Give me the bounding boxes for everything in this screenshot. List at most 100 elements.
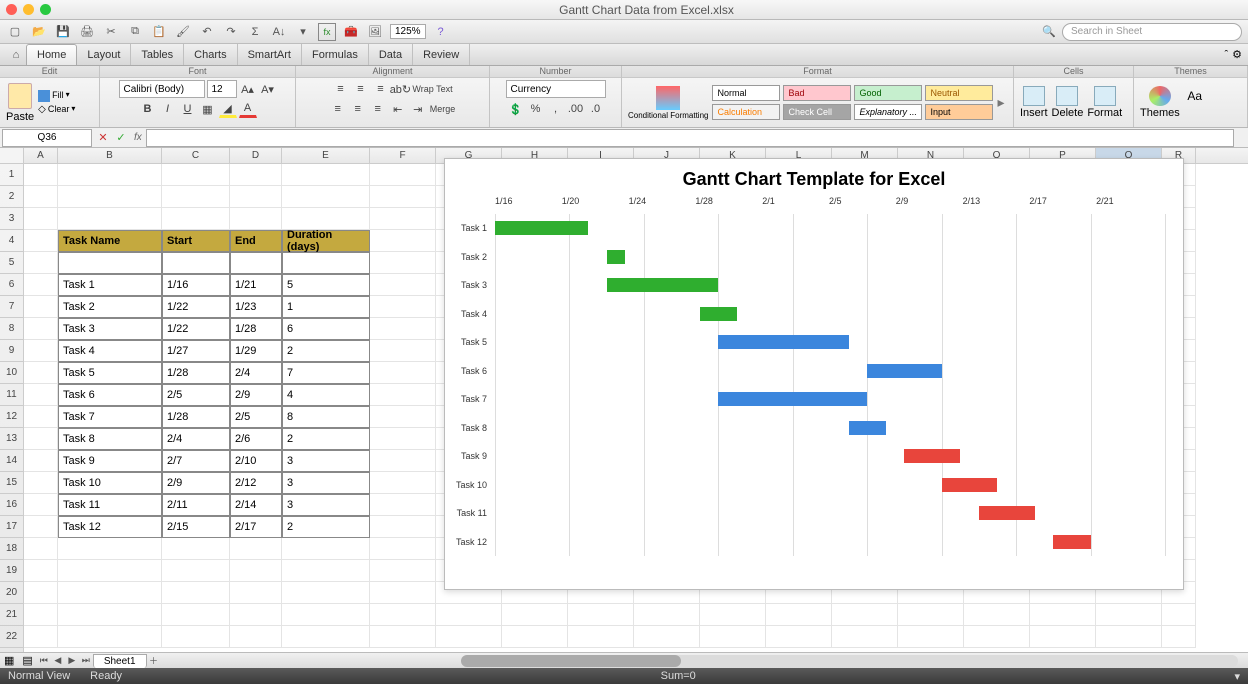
- cell[interactable]: 2/4: [230, 362, 282, 384]
- cell[interactable]: 1: [282, 296, 370, 318]
- cell[interactable]: [898, 626, 964, 648]
- font-size-select[interactable]: 12: [207, 80, 237, 98]
- cell[interactable]: [1096, 626, 1162, 648]
- toolbox-icon[interactable]: 🧰: [342, 23, 360, 41]
- cell[interactable]: [634, 626, 700, 648]
- gantt-bar[interactable]: [495, 221, 588, 235]
- cell[interactable]: [230, 208, 282, 230]
- conditional-formatting-button[interactable]: Conditional Formatting: [628, 86, 708, 120]
- cell[interactable]: [282, 164, 370, 186]
- add-sheet-icon[interactable]: ＋: [147, 654, 161, 667]
- cell[interactable]: [230, 560, 282, 582]
- gantt-bar[interactable]: [849, 421, 886, 435]
- cell[interactable]: Start: [162, 230, 230, 252]
- cell[interactable]: [370, 274, 436, 296]
- new-doc-icon[interactable]: ▢: [6, 23, 24, 41]
- cell[interactable]: [1030, 604, 1096, 626]
- cell[interactable]: [370, 538, 436, 560]
- cell[interactable]: Task 8: [58, 428, 162, 450]
- cell[interactable]: [568, 626, 634, 648]
- cell[interactable]: [1162, 626, 1196, 648]
- cell[interactable]: 2/9: [230, 384, 282, 406]
- gantt-bar[interactable]: [607, 278, 719, 292]
- cell[interactable]: [230, 252, 282, 274]
- cell[interactable]: Task 7: [58, 406, 162, 428]
- cell[interactable]: [24, 494, 58, 516]
- cell[interactable]: 2: [282, 428, 370, 450]
- tab-nav-first-icon[interactable]: ⏮: [37, 655, 51, 666]
- cell[interactable]: 1/22: [162, 296, 230, 318]
- tab-home[interactable]: Home: [26, 44, 77, 65]
- align-bot-icon[interactable]: ≡: [371, 80, 389, 98]
- fx-label[interactable]: fx: [130, 132, 146, 143]
- cell[interactable]: [24, 604, 58, 626]
- copy-icon[interactable]: ⧉: [126, 23, 144, 41]
- format-painter-icon[interactable]: 🖌: [174, 23, 192, 41]
- gantt-bar[interactable]: [718, 335, 848, 349]
- minimize-window-icon[interactable]: [23, 4, 34, 15]
- cell[interactable]: [370, 340, 436, 362]
- grow-font-icon[interactable]: A▴: [239, 80, 257, 98]
- cell[interactable]: [370, 296, 436, 318]
- cell[interactable]: [700, 604, 766, 626]
- cell[interactable]: End: [230, 230, 282, 252]
- cell[interactable]: [162, 164, 230, 186]
- search-icon[interactable]: 🔍: [1040, 23, 1058, 41]
- cell[interactable]: [58, 538, 162, 560]
- view-normal-icon[interactable]: ▦: [0, 654, 18, 667]
- style-input[interactable]: Input: [925, 104, 993, 120]
- cell[interactable]: [58, 164, 162, 186]
- cell[interactable]: 2/9: [162, 472, 230, 494]
- cell[interactable]: [370, 406, 436, 428]
- col-header[interactable]: C: [162, 148, 230, 163]
- cell[interactable]: [24, 472, 58, 494]
- number-format-select[interactable]: Currency: [506, 80, 606, 98]
- cell[interactable]: [568, 604, 634, 626]
- gantt-bar[interactable]: [1053, 535, 1090, 549]
- insert-button[interactable]: Insert: [1020, 86, 1048, 119]
- collapse-ribbon-icon[interactable]: ˆ: [1224, 49, 1228, 61]
- cell[interactable]: [24, 582, 58, 604]
- cell[interactable]: [766, 626, 832, 648]
- redo-icon[interactable]: ↷: [222, 23, 240, 41]
- cell[interactable]: [24, 538, 58, 560]
- align-center-icon[interactable]: ≡: [349, 100, 367, 118]
- cell[interactable]: [898, 604, 964, 626]
- gantt-bar[interactable]: [607, 250, 626, 264]
- themes-button[interactable]: Themes: [1140, 86, 1180, 119]
- style-neutral[interactable]: Neutral: [925, 85, 993, 101]
- cell[interactable]: [162, 252, 230, 274]
- cell[interactable]: [634, 604, 700, 626]
- cell[interactable]: [1162, 604, 1196, 626]
- cell[interactable]: [24, 296, 58, 318]
- zoom-level[interactable]: 125%: [390, 24, 426, 39]
- cell[interactable]: 2/12: [230, 472, 282, 494]
- cell[interactable]: Task 1: [58, 274, 162, 296]
- font-theme-button[interactable]: AaAa: [1184, 86, 1206, 119]
- delete-button[interactable]: Delete: [1052, 86, 1084, 119]
- italic-button[interactable]: I: [159, 100, 177, 118]
- cell[interactable]: [370, 582, 436, 604]
- fill-icon[interactable]: [38, 90, 50, 102]
- cell[interactable]: [58, 208, 162, 230]
- cell[interactable]: [24, 560, 58, 582]
- cell[interactable]: [436, 604, 502, 626]
- cell[interactable]: 2: [282, 516, 370, 538]
- style-normal[interactable]: Normal: [712, 85, 780, 101]
- view-layout-icon[interactable]: ▤: [18, 654, 36, 667]
- wrap-text-button[interactable]: Wrap Text: [411, 80, 453, 98]
- col-header[interactable]: E: [282, 148, 370, 163]
- cell[interactable]: 2/5: [162, 384, 230, 406]
- help-icon[interactable]: ?: [432, 23, 450, 41]
- chevron-down-icon[interactable]: ▾: [66, 90, 70, 102]
- cell[interactable]: [370, 428, 436, 450]
- row-header[interactable]: 10: [0, 362, 23, 384]
- cell[interactable]: 2/11: [162, 494, 230, 516]
- font-name-select[interactable]: Calibri (Body): [119, 80, 205, 98]
- cell[interactable]: [24, 274, 58, 296]
- cell[interactable]: [1030, 626, 1096, 648]
- cell[interactable]: Task 6: [58, 384, 162, 406]
- cell[interactable]: 1/21: [230, 274, 282, 296]
- col-header[interactable]: F: [370, 148, 436, 163]
- cell[interactable]: 1/22: [162, 318, 230, 340]
